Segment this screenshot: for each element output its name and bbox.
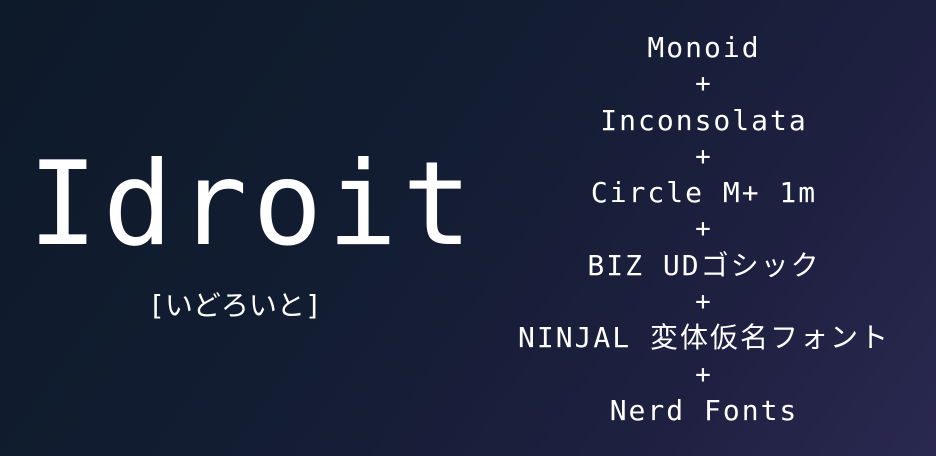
source-font-ninjal-hentaigana: NINJAL 変体仮名フォント: [517, 321, 890, 355]
font-title-reading: [いどろいと]: [148, 289, 322, 322]
source-font-biz-ud-gothic: BIZ UDゴシック: [587, 248, 821, 282]
plus-separator: +: [695, 141, 713, 172]
plus-separator: +: [695, 214, 713, 245]
source-font-inconsolata: Inconsolata: [600, 103, 808, 137]
source-fonts-list: Monoid + Inconsolata + Circle M+ 1m + BI…: [480, 30, 928, 429]
plus-separator: +: [695, 287, 713, 318]
source-font-monoid: Monoid: [647, 31, 761, 64]
title-block: Idroit [いどろいと]: [28, 140, 498, 330]
plus-separator: +: [695, 359, 713, 390]
plus-separator: +: [695, 69, 713, 100]
font-title: Idroit: [28, 137, 478, 272]
source-font-nerd-fonts: Nerd Fonts: [609, 393, 799, 427]
source-font-circle-mplus: Circle M+ 1m: [590, 176, 818, 210]
